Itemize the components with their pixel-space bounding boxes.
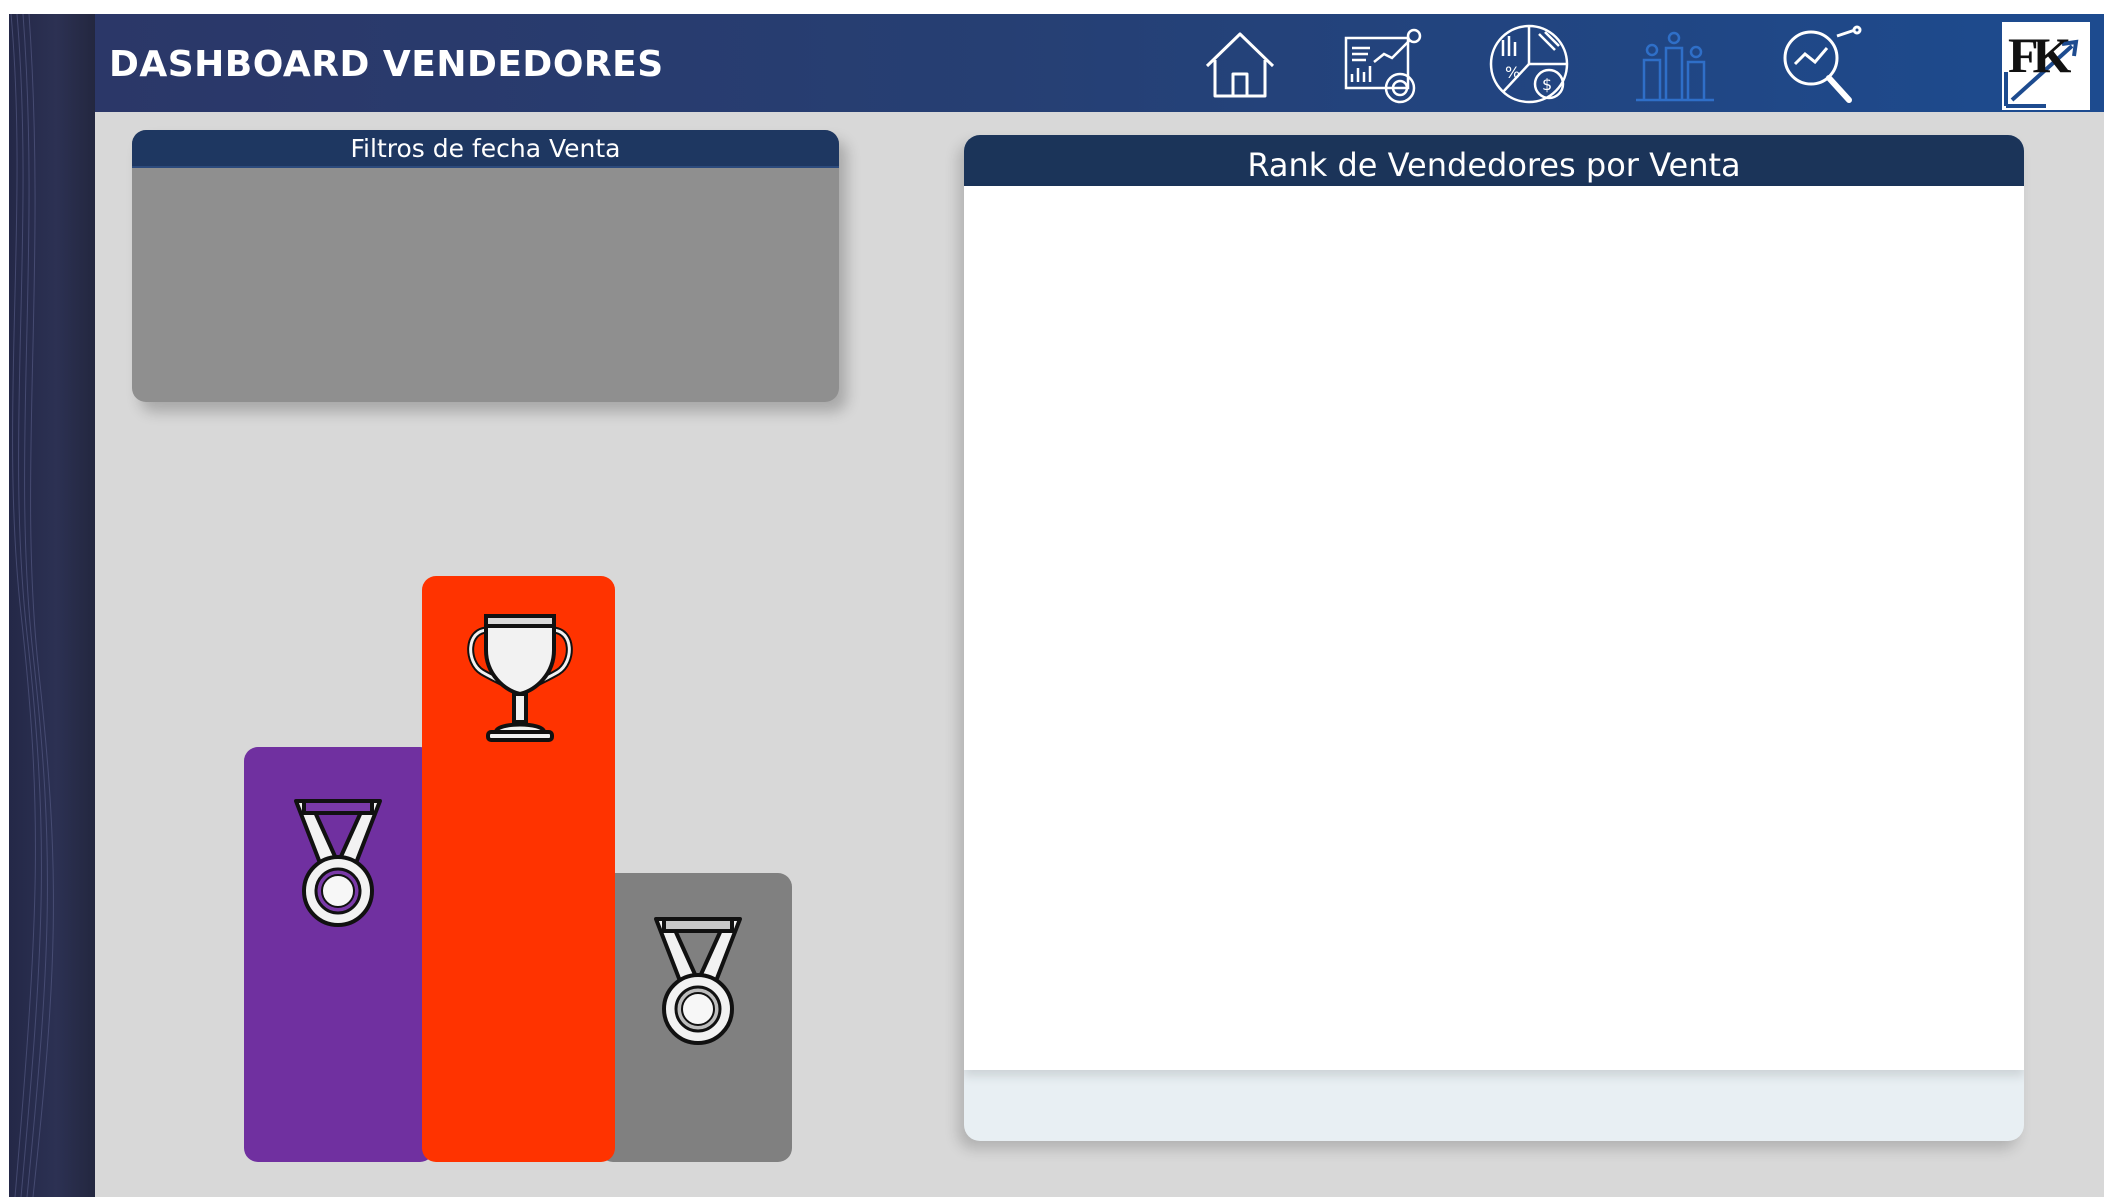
- report-chart-icon[interactable]: [1340, 20, 1430, 106]
- podium-second-place: [244, 747, 434, 1162]
- medal-icon: [294, 799, 382, 927]
- filter-panel-title: Filtros de fecha Venta: [132, 130, 839, 168]
- seller-rank-panel: Rank de Vendedores por Venta: [964, 135, 2024, 1141]
- top-bar: DASHBOARD VENDEDORES % $ FK: [95, 14, 2104, 112]
- side-decoration: [9, 14, 95, 1197]
- date-filter-panel[interactable]: Filtros de fecha Venta: [132, 130, 839, 402]
- medal-icon: [654, 917, 742, 1045]
- svg-text:$: $: [1542, 75, 1552, 94]
- company-logo: FK: [2000, 20, 2092, 112]
- rank-visual-area[interactable]: [964, 186, 2024, 1070]
- finance-pie-icon[interactable]: % $: [1485, 20, 1575, 106]
- page-title: DASHBOARD VENDEDORES: [109, 44, 664, 85]
- logo-lettering: FK: [2008, 27, 2071, 83]
- podium-first-place: [422, 576, 615, 1162]
- people-bars-icon[interactable]: [1630, 20, 1720, 106]
- trophy-icon: [467, 614, 573, 742]
- svg-text:%: %: [1505, 63, 1520, 82]
- rank-panel-title: Rank de Vendedores por Venta: [964, 135, 2024, 186]
- search-analytics-icon[interactable]: [1775, 20, 1865, 106]
- home-icon[interactable]: [1195, 20, 1285, 106]
- podium-third-place: [599, 873, 792, 1162]
